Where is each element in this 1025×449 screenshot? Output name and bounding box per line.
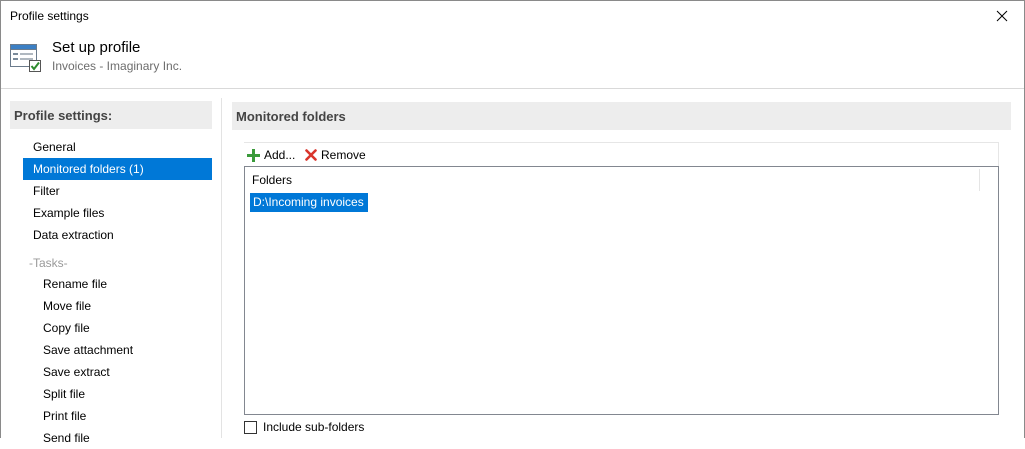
sidebar-header: Profile settings: xyxy=(10,101,212,129)
sidebar-item-label: Send file xyxy=(43,431,90,445)
include-subfolders-label: Include sub-folders xyxy=(263,420,365,434)
sidebar-item-label: Monitored folders (1) xyxy=(33,162,144,176)
sidebar-item-label: Move file xyxy=(43,299,92,313)
window-title: Profile settings xyxy=(10,9,89,23)
section-heading: Monitored folders xyxy=(236,109,346,124)
x-icon xyxy=(305,149,317,161)
section-header: Monitored folders xyxy=(232,102,1011,130)
title-bar: Profile settings xyxy=(1,1,1024,31)
column-header-folders[interactable]: Folders xyxy=(245,167,980,191)
sidebar-item-label: Save attachment xyxy=(43,343,134,357)
sidebar: Profile settings: General Monitored fold… xyxy=(10,101,213,445)
plus-icon xyxy=(247,148,260,162)
sidebar-item-label: Data extraction xyxy=(33,228,114,242)
list-item[interactable]: D:\Incoming invoices xyxy=(250,193,368,212)
sidebar-item-example-files[interactable]: Example files xyxy=(23,202,212,224)
add-folder-button[interactable]: Add... xyxy=(247,145,295,165)
sidebar-group-tasks: -Tasks- xyxy=(29,256,68,270)
remove-folder-label: Remove xyxy=(321,148,366,162)
sidebar-item-rename-file[interactable]: Rename file xyxy=(33,273,212,295)
sidebar-item-label: General xyxy=(33,140,76,154)
sidebar-item-monitored-folders[interactable]: Monitored folders (1) xyxy=(23,158,212,180)
panel-splitter[interactable] xyxy=(221,98,222,438)
close-icon xyxy=(996,10,1008,22)
sidebar-item-label: Copy file xyxy=(43,321,90,335)
sidebar-item-label: Example files xyxy=(33,206,105,220)
sidebar-item-send-file[interactable]: Send file xyxy=(33,427,212,449)
sidebar-item-label: Print file xyxy=(43,409,87,423)
sidebar-item-split-file[interactable]: Split file xyxy=(33,383,212,405)
folders-list[interactable]: Folders D:\Incoming invoices xyxy=(244,166,999,415)
sidebar-item-label: Filter xyxy=(33,184,60,198)
column-header-label: Folders xyxy=(252,173,293,187)
page-title: Set up profile xyxy=(52,39,141,56)
sidebar-item-general[interactable]: General xyxy=(23,136,212,158)
remove-folder-button[interactable]: Remove xyxy=(305,145,366,165)
checkbox-box[interactable] xyxy=(244,420,257,434)
profile-settings-window: Profile settings Set up profile Invoices… xyxy=(0,0,1025,445)
sidebar-item-save-attachment[interactable]: Save attachment xyxy=(33,339,212,361)
add-folder-label: Add... xyxy=(264,148,296,162)
sidebar-item-filter[interactable]: Filter xyxy=(23,180,212,202)
page-subtitle: Invoices - Imaginary Inc. xyxy=(52,59,183,73)
sidebar-item-copy-file[interactable]: Copy file xyxy=(33,317,212,339)
sidebar-item-move-file[interactable]: Move file xyxy=(33,295,212,317)
folders-toolbar: Add... Remove xyxy=(244,142,999,166)
profile-settings-icon xyxy=(10,44,41,72)
sidebar-heading: Profile settings: xyxy=(14,108,113,123)
close-button[interactable] xyxy=(980,1,1024,31)
header-divider xyxy=(1,88,1024,89)
sidebar-item-save-extract[interactable]: Save extract xyxy=(33,361,212,383)
sidebar-item-label: Rename file xyxy=(43,277,108,291)
column-separator[interactable] xyxy=(979,169,980,191)
sidebar-item-label: Split file xyxy=(43,387,86,401)
sidebar-item-data-extraction[interactable]: Data extraction xyxy=(23,224,212,246)
sidebar-item-print-file[interactable]: Print file xyxy=(33,405,212,427)
include-subfolders-checkbox[interactable]: Include sub-folders xyxy=(244,419,364,435)
sidebar-item-label: Save extract xyxy=(43,365,110,379)
